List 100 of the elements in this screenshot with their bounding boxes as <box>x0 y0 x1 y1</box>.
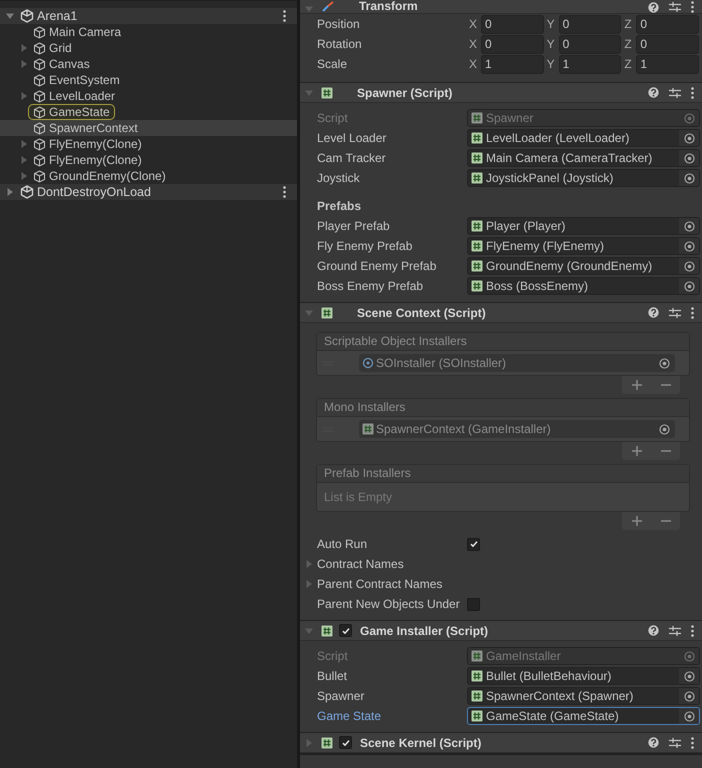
help-icon[interactable] <box>648 737 659 748</box>
object-field[interactable]: Player (Player) <box>467 217 700 235</box>
number-field[interactable]: 0 <box>481 14 544 34</box>
object-picker-icon[interactable] <box>684 670 694 682</box>
number-field[interactable]: 0 <box>636 14 700 34</box>
foldout-label[interactable]: Contract Names <box>317 557 404 571</box>
component-header[interactable]: Scene Kernel (Script) <box>300 733 702 753</box>
empty-list-text: List is Empty <box>323 489 394 506</box>
object-picker-icon[interactable] <box>684 690 694 702</box>
object-field[interactable]: Boss (BossEnemy) <box>467 277 700 295</box>
number-field[interactable]: 0 <box>481 34 544 54</box>
object-field[interactable]: FlyEnemy (FlyEnemy) <box>467 237 700 255</box>
object-picker-icon[interactable] <box>684 260 694 272</box>
game-object-name[interactable]: SpawnerContext <box>49 121 138 135</box>
cube-icon <box>33 58 46 70</box>
help-icon[interactable] <box>648 307 659 318</box>
presets-icon[interactable] <box>669 736 681 748</box>
help-icon[interactable] <box>648 625 659 636</box>
more-options-icon[interactable] <box>691 86 694 98</box>
list-title: Scriptable Object Installers <box>317 333 689 351</box>
game-object-name[interactable]: EventSystem <box>49 73 120 87</box>
object-picker-icon[interactable] <box>684 112 694 124</box>
game-object-name[interactable]: Canvas <box>49 57 90 71</box>
more-options-icon[interactable] <box>283 10 286 22</box>
add-icon[interactable] <box>632 516 642 526</box>
help-icon[interactable] <box>648 87 659 98</box>
number-field[interactable]: 1 <box>636 54 700 74</box>
number-field[interactable]: 1 <box>558 54 622 74</box>
object-picker-icon[interactable] <box>684 280 694 292</box>
number-field[interactable]: 0 <box>558 34 622 54</box>
component-header[interactable]: Transform <box>300 0 702 14</box>
object-field[interactable]: GroundEnemy (GroundEnemy) <box>467 257 700 275</box>
presets-icon[interactable] <box>669 86 681 98</box>
game-object-name[interactable]: FlyEnemy(Clone) <box>49 153 142 167</box>
object-picker-icon[interactable] <box>684 172 694 184</box>
collapsed-arrow-icon[interactable] <box>6 188 14 196</box>
object-field[interactable]: LevelLoader (LevelLoader) <box>467 129 700 147</box>
more-options-icon[interactable] <box>691 1 694 13</box>
presets-icon[interactable] <box>669 624 681 636</box>
axis-label: Z <box>623 57 633 71</box>
checkbox[interactable] <box>339 736 352 749</box>
object-picker-icon[interactable] <box>684 220 694 232</box>
axis-label: Y <box>546 17 556 31</box>
game-object-name[interactable]: LevelLoader <box>49 89 116 103</box>
more-options-icon[interactable] <box>691 736 694 748</box>
more-options-icon[interactable] <box>283 186 286 198</box>
more-options-icon[interactable] <box>691 624 694 636</box>
object-field[interactable]: JoystickPanel (Joystick) <box>467 169 700 187</box>
property-label: Position <box>317 17 361 31</box>
number-field[interactable]: 1 <box>481 54 544 74</box>
component-header[interactable]: Game Installer (Script) <box>300 621 702 641</box>
number-field[interactable]: 0 <box>558 14 622 34</box>
component-title: Transform <box>359 0 419 13</box>
property-label: Joystick <box>317 171 361 185</box>
foldout-label[interactable]: Parent Contract Names <box>317 577 442 591</box>
property-label: Spawner <box>317 689 366 703</box>
object-picker-icon[interactable] <box>684 132 694 144</box>
object-field[interactable]: SpawnerContext (Spawner) <box>467 687 700 705</box>
presets-icon[interactable] <box>669 306 681 318</box>
object-field[interactable]: SOInstaller (SOInstaller) <box>359 354 675 372</box>
axis-label: X <box>468 17 478 31</box>
selected-row[interactable]: SpawnerContext <box>0 120 297 136</box>
add-icon[interactable] <box>632 380 642 390</box>
component-title: Spawner (Script) <box>357 86 454 100</box>
add-icon[interactable] <box>632 446 642 456</box>
component-header[interactable]: Scene Context (Script) <box>300 303 702 323</box>
object-picker-icon[interactable] <box>684 240 694 252</box>
cube-icon <box>33 90 46 102</box>
checkbox[interactable] <box>339 624 352 637</box>
game-object-name[interactable]: GroundEnemy(Clone) <box>49 169 166 183</box>
help-icon[interactable] <box>648 2 659 12</box>
more-options-icon[interactable] <box>691 306 694 318</box>
property-label: Scale <box>317 57 348 71</box>
object-picker-icon[interactable] <box>659 424 670 434</box>
checkbox[interactable] <box>467 538 480 550</box>
checkbox[interactable] <box>467 598 480 610</box>
object-picker-icon[interactable] <box>684 650 694 662</box>
cube-icon <box>33 138 46 150</box>
script-icon <box>471 710 483 722</box>
expanded-arrow-icon[interactable] <box>6 12 14 20</box>
script-icon <box>471 112 483 124</box>
presets-icon[interactable] <box>669 1 681 13</box>
property-label: Boss Enemy Prefab <box>317 279 424 293</box>
component-header[interactable]: Spawner (Script) <box>300 83 702 103</box>
object-picker-icon[interactable] <box>684 152 694 164</box>
axis-label: X <box>468 37 478 51</box>
game-object-name[interactable]: FlyEnemy(Clone) <box>49 137 142 151</box>
script-icon <box>471 132 483 144</box>
object-picker-icon[interactable] <box>659 358 670 368</box>
object-field[interactable]: Bullet (BulletBehaviour) <box>467 667 700 685</box>
game-object-name[interactable]: Main Camera <box>49 25 122 39</box>
object-field[interactable]: GameState (GameState) <box>467 707 700 725</box>
object-field[interactable]: SpawnerContext (GameInstaller) <box>359 420 675 438</box>
cube-icon <box>33 122 46 134</box>
game-object-name[interactable]: Grid <box>49 41 72 55</box>
component-title: Scene Kernel (Script) <box>360 736 482 750</box>
object-picker-icon[interactable] <box>684 710 694 722</box>
property-label: Rotation <box>317 37 363 51</box>
number-field[interactable]: 0 <box>636 34 700 54</box>
object-field[interactable]: Main Camera (CameraTracker) <box>467 149 700 167</box>
